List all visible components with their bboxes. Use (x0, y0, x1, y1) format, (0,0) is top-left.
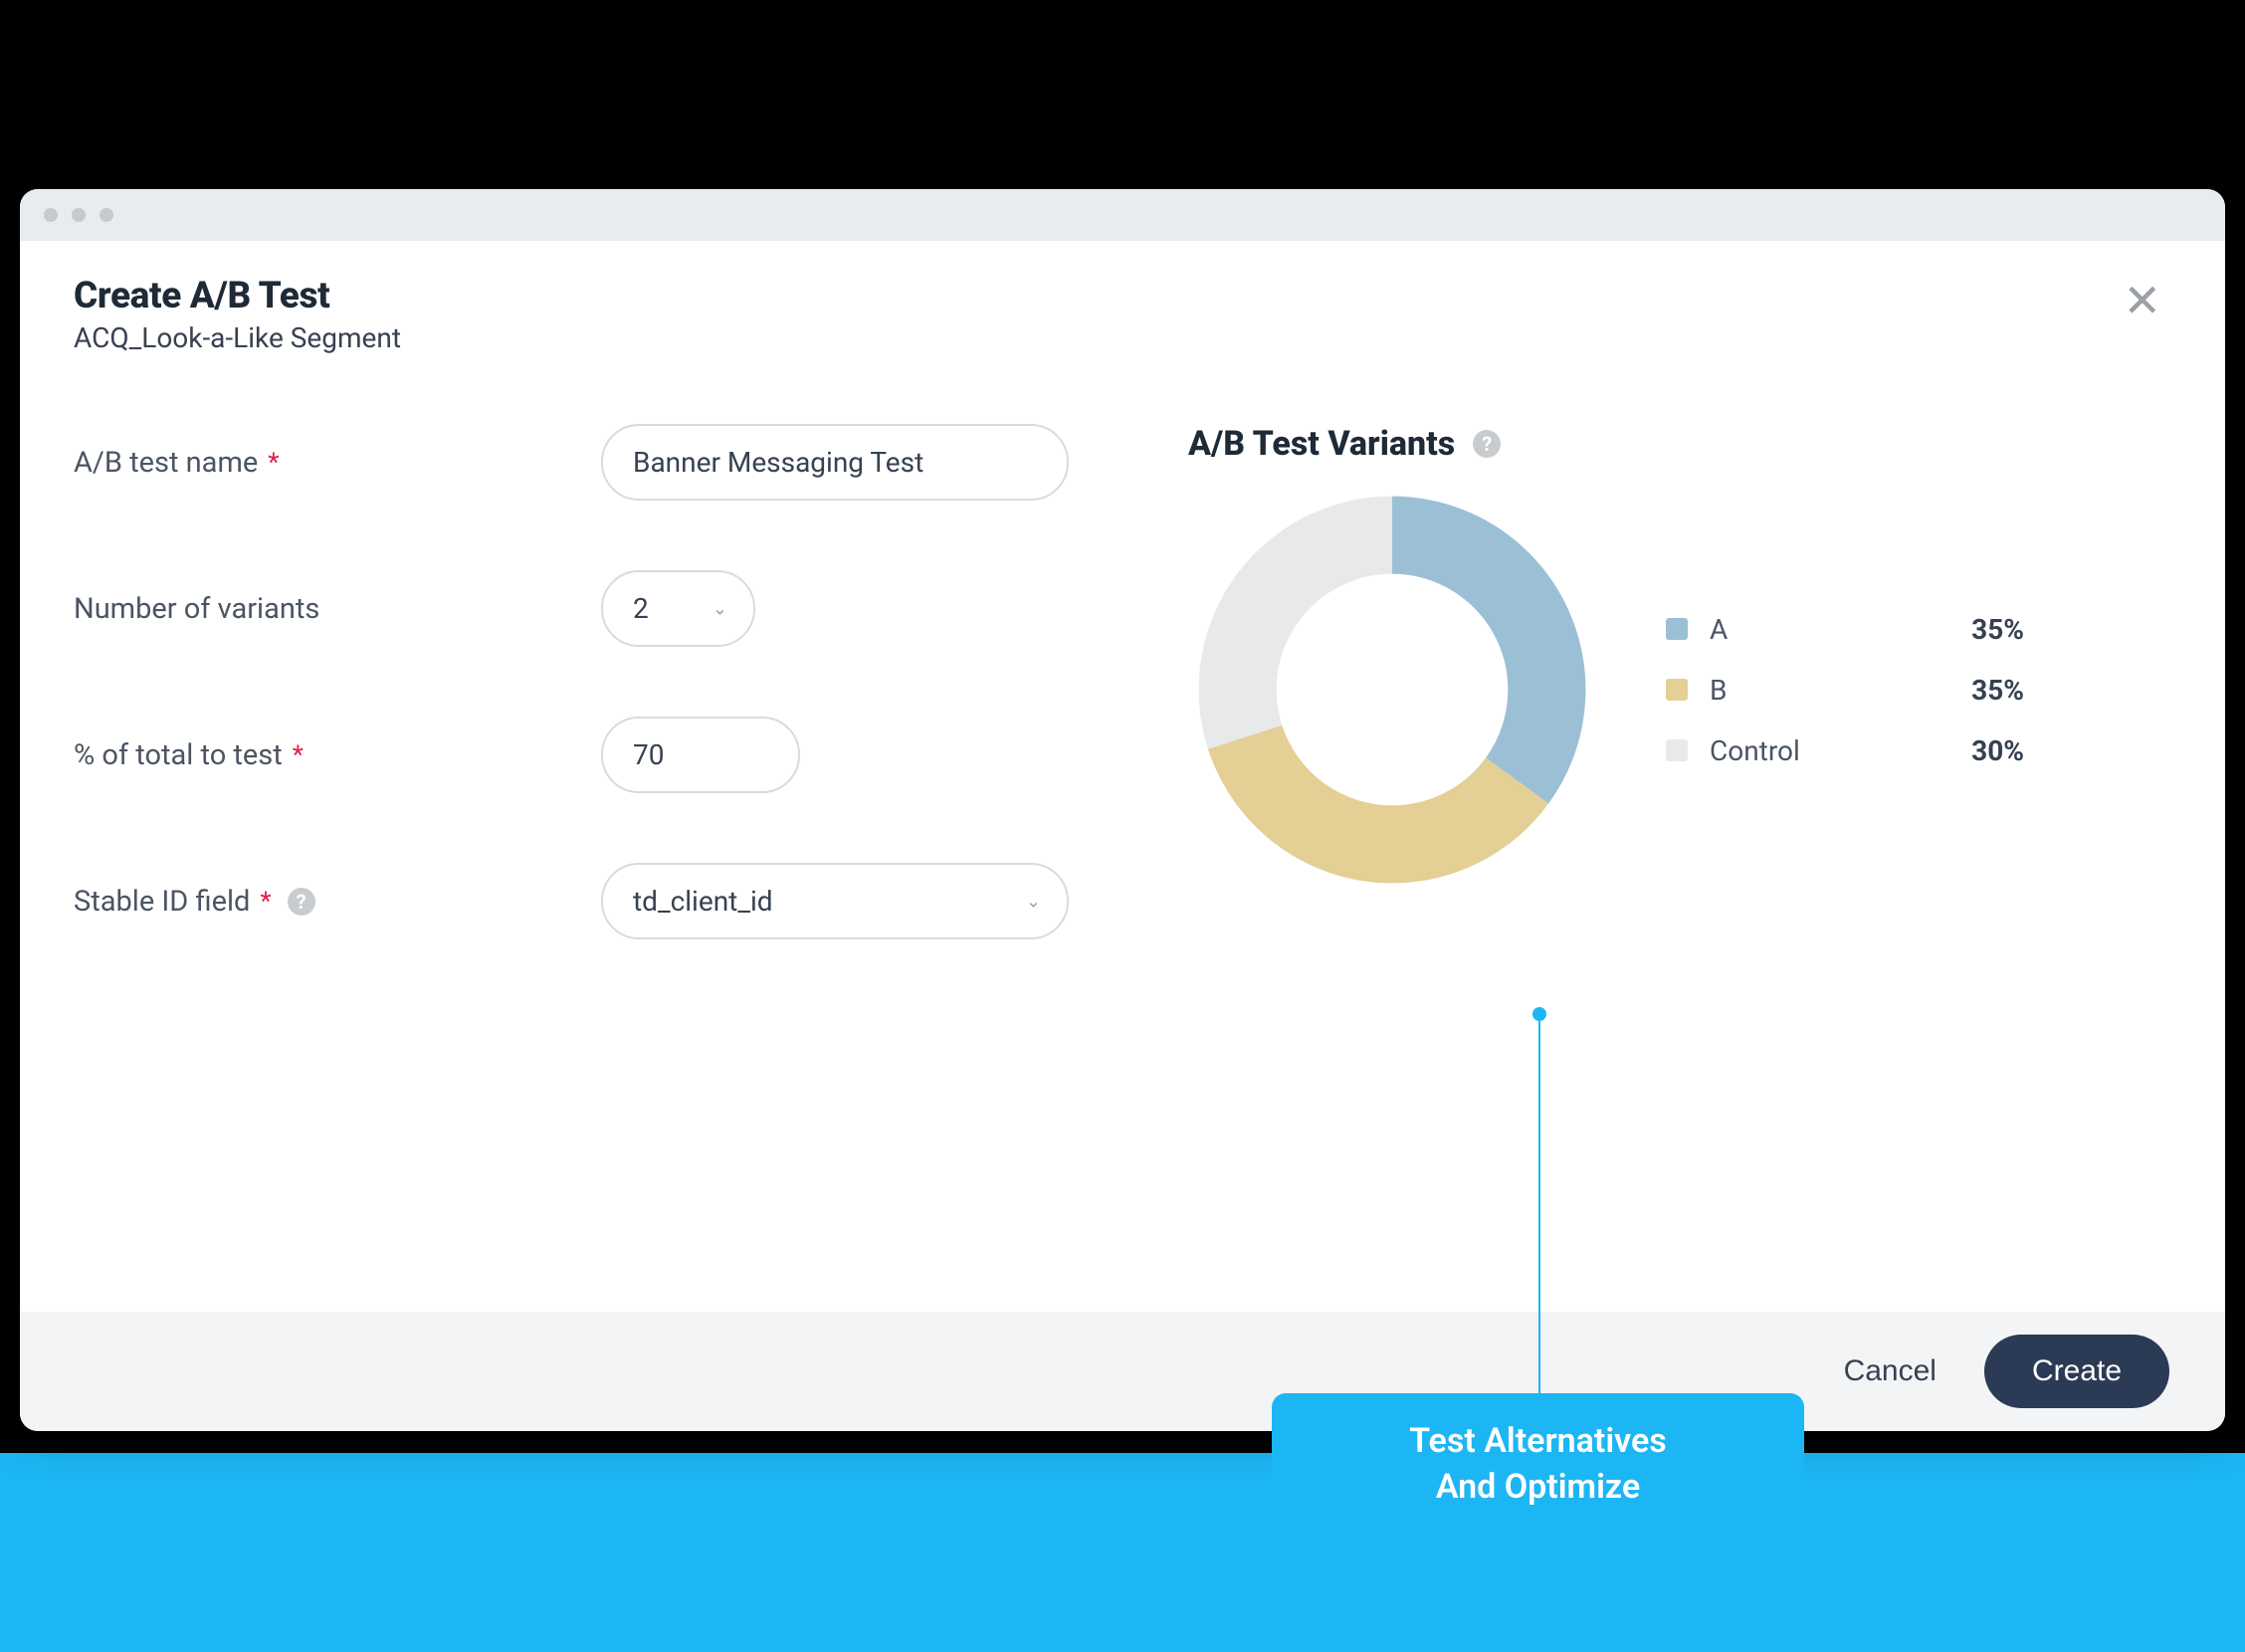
window-titlebar (20, 189, 2225, 241)
variants-heading: A/B Test Variants ? (1188, 424, 2171, 464)
chevron-down-icon: ⌄ (713, 598, 727, 619)
select-value: td_client_id (633, 885, 773, 918)
swatch-icon (1666, 739, 1688, 761)
pct-total-input[interactable]: 70 (601, 717, 800, 793)
label-num-variants: Number of variants (74, 592, 601, 626)
help-icon[interactable]: ? (288, 888, 315, 916)
close-icon[interactable]: ✕ (2113, 275, 2171, 328)
donut-chart (1188, 486, 1596, 894)
dialog-window: Create A/B Test ACQ_Look-a-Like Segment … (20, 189, 2225, 1431)
help-icon[interactable]: ? (1473, 430, 1501, 458)
dialog-content: Create A/B Test ACQ_Look-a-Like Segment … (20, 241, 2225, 1312)
input-value: 70 (633, 738, 664, 771)
legend-label: Control (1710, 734, 1971, 767)
callout-text-1: Test Alternatives (1320, 1419, 1756, 1465)
donut-svg (1188, 486, 1596, 894)
callout-text-2: And Optimize (1320, 1465, 1756, 1511)
num-variants-select[interactable]: 2 ⌄ (601, 570, 755, 647)
label-stable-id: Stable ID field * ? (74, 885, 601, 919)
select-value: 2 (633, 592, 649, 625)
field-num-variants: Number of variants 2 ⌄ (74, 570, 1128, 647)
required-asterisk: * (293, 740, 304, 770)
top-black-band (0, 0, 2245, 189)
traffic-light-dot[interactable] (72, 208, 86, 222)
field-stable-id: Stable ID field * ? td_client_id ⌄ (74, 863, 1128, 939)
legend-label: B (1710, 674, 1971, 707)
cancel-button[interactable]: Cancel (1844, 1354, 1937, 1388)
heading-text: A/B Test Variants (1188, 424, 1455, 464)
label-test-name: A/B test name * (74, 446, 601, 480)
stable-id-select[interactable]: td_client_id ⌄ (601, 863, 1069, 939)
label-text: Number of variants (74, 592, 319, 626)
field-pct-total: % of total to test * 70 (74, 717, 1128, 793)
field-test-name: A/B test name * Banner Messaging Test (74, 424, 1128, 501)
label-pct-total: % of total to test * (74, 738, 601, 772)
test-name-input[interactable]: Banner Messaging Test (601, 424, 1069, 501)
legend-item: Control 30% (1666, 734, 2024, 767)
label-text: % of total to test (74, 738, 283, 772)
callout-label: Test Alternatives And Optimize (1272, 1393, 1804, 1537)
traffic-light-dot[interactable] (100, 208, 113, 222)
legend-item: A 35% (1666, 613, 2024, 646)
required-asterisk: * (260, 887, 271, 917)
dialog-title: Create A/B Test (74, 275, 401, 317)
input-value: Banner Messaging Test (633, 446, 923, 479)
bottom-blue-band (0, 1453, 2245, 1652)
traffic-light-dot[interactable] (44, 208, 58, 222)
form-column: A/B test name * Banner Messaging Test Num… (74, 424, 1128, 1009)
swatch-icon (1666, 618, 1688, 640)
create-button[interactable]: Create (1984, 1335, 2169, 1408)
legend-label: A (1710, 613, 1971, 646)
callout-connector (1538, 1015, 1540, 1403)
chevron-down-icon: ⌄ (1026, 891, 1041, 912)
chart-and-legend: A 35% B 35% Control 30% (1188, 486, 2171, 894)
label-text: Stable ID field (74, 885, 250, 919)
swatch-icon (1666, 679, 1688, 701)
variants-column: A/B Test Variants ? (1188, 424, 2171, 1009)
legend-value: 35% (1971, 674, 2024, 707)
label-text: A/B test name (74, 446, 258, 480)
dialog-footer: Cancel Create (20, 1312, 2225, 1431)
chart-legend: A 35% B 35% Control 30% (1666, 613, 2024, 767)
legend-value: 30% (1971, 734, 2024, 767)
legend-item: B 35% (1666, 674, 2024, 707)
dialog-subtitle: ACQ_Look-a-Like Segment (74, 321, 401, 354)
legend-value: 35% (1971, 613, 2024, 646)
required-asterisk: * (268, 448, 279, 478)
